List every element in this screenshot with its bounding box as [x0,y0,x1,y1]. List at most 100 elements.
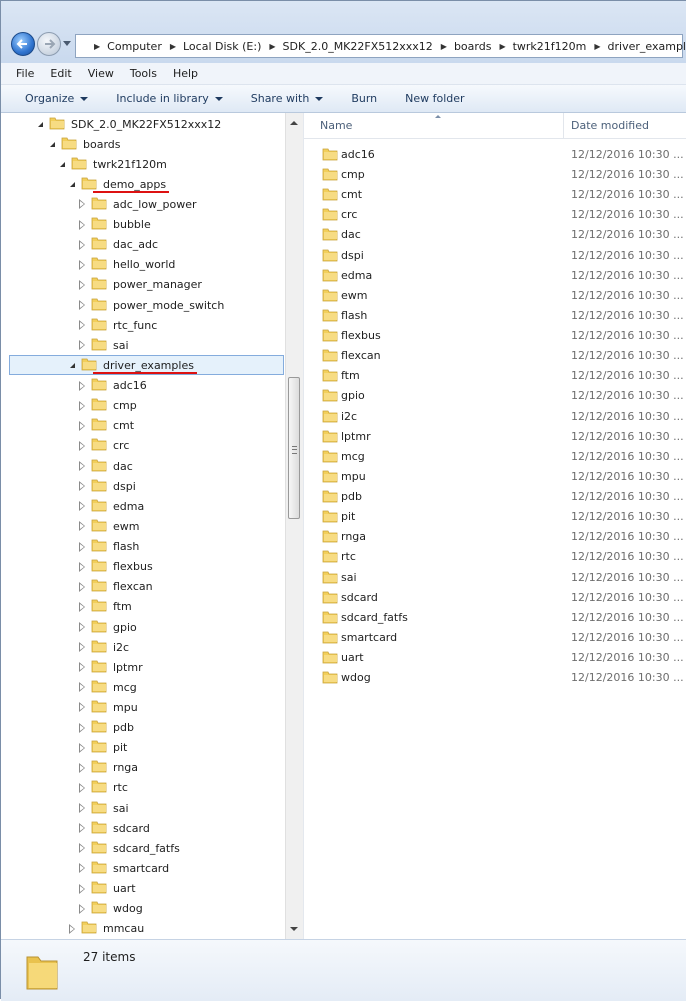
file-row[interactable]: mcg 12/12/2016 10:30 ... [304,446,686,466]
file-row[interactable]: adc16 12/12/2016 10:30 ... [304,144,686,164]
tree-item[interactable]: pdb [77,718,134,738]
tree-item[interactable]: ewm [77,516,139,536]
tree-item[interactable]: flexbus [77,557,153,577]
tree-item[interactable]: edma [77,496,144,516]
expanded-arrow-icon[interactable] [67,179,77,189]
expanded-arrow-icon[interactable] [67,360,77,370]
expanded-arrow-icon[interactable] [35,119,45,129]
tree-item[interactable]: driver_examples [67,355,197,375]
tree-item[interactable]: mmcau [67,919,144,939]
collapsed-arrow-icon[interactable] [77,782,87,793]
scroll-up-arrow-icon[interactable] [290,121,298,125]
file-row[interactable]: ftm 12/12/2016 10:30 ... [304,365,686,385]
tree-item[interactable]: uart [77,879,136,899]
collapsed-arrow-icon[interactable] [77,883,87,894]
column-header-date-modified[interactable]: Date modified [571,119,649,132]
include-in-library-button[interactable]: Include in library [116,92,223,105]
file-row[interactable]: flexcan 12/12/2016 10:30 ... [304,345,686,365]
file-row[interactable]: rnga 12/12/2016 10:30 ... [304,526,686,546]
tree-item[interactable]: power_manager [77,275,202,295]
file-row[interactable]: wdog 12/12/2016 10:30 ... [304,667,686,687]
file-row[interactable]: uart 12/12/2016 10:30 ... [304,647,686,667]
scrollbar-thumb[interactable] [288,377,300,519]
breadcrumb-separator-icon[interactable]: ▶ [94,42,100,51]
tree-item[interactable]: gpio [77,617,137,637]
tree-item[interactable]: bubble [77,215,151,235]
collapsed-arrow-icon[interactable] [77,823,87,834]
collapsed-arrow-icon[interactable] [77,380,87,391]
back-button[interactable] [11,32,35,56]
collapsed-arrow-icon[interactable] [77,903,87,914]
address-bar[interactable]: ▶ Computer ▶ Local Disk (E:) ▶ SDK_2.0_MK22FX… [75,34,686,58]
breadcrumb-item[interactable]: Local Disk (E:) [183,40,261,53]
breadcrumb-item[interactable]: boards [454,40,492,53]
tree-item[interactable]: flash [77,537,139,557]
collapsed-arrow-icon[interactable] [77,440,87,451]
column-header-name[interactable]: Name [320,119,352,132]
tree-item[interactable]: wdog [77,899,143,919]
tree-item[interactable]: dac_adc [77,235,158,255]
tree-item[interactable]: pit [77,738,127,758]
tree-item[interactable]: hello_world [77,255,175,275]
collapsed-arrow-icon[interactable] [77,762,87,773]
tree-item[interactable]: sdcard_fatfs [77,838,180,858]
column-divider[interactable] [563,113,564,138]
tree-item[interactable]: flexcan [77,577,153,597]
collapsed-arrow-icon[interactable] [77,581,87,592]
file-row[interactable]: dspi 12/12/2016 10:30 ... [304,245,686,265]
scroll-down-arrow-icon[interactable] [290,927,298,931]
tree-item[interactable]: twrk21f120m [57,154,167,174]
tree-item[interactable]: boards [47,134,121,154]
tree-item[interactable]: ftm [77,597,132,617]
breadcrumb-item[interactable]: Computer [107,40,162,53]
collapsed-arrow-icon[interactable] [77,259,87,270]
collapsed-arrow-icon[interactable] [77,461,87,472]
collapsed-arrow-icon[interactable] [77,561,87,572]
collapsed-arrow-icon[interactable] [77,702,87,713]
tree-item[interactable]: crc [77,436,129,456]
collapsed-arrow-icon[interactable] [77,501,87,512]
collapsed-arrow-icon[interactable] [77,541,87,552]
tree-item[interactable]: mcg [77,677,137,697]
tree-item[interactable]: i2c [77,637,129,657]
tree-item[interactable]: mpu [77,697,138,717]
new-folder-button[interactable]: New folder [405,92,464,105]
collapsed-arrow-icon[interactable] [77,682,87,693]
file-row[interactable]: mpu 12/12/2016 10:30 ... [304,466,686,486]
file-row[interactable]: flexbus 12/12/2016 10:30 ... [304,325,686,345]
tree-item[interactable]: lptmr [77,657,143,677]
breadcrumb-separator-icon[interactable]: ▶ [499,42,505,51]
menu-edit[interactable]: Edit [42,67,79,80]
tree-item[interactable]: rnga [77,758,138,778]
breadcrumb-separator-icon[interactable]: ▶ [594,42,600,51]
collapsed-arrow-icon[interactable] [77,320,87,331]
file-row[interactable]: i2c 12/12/2016 10:30 ... [304,406,686,426]
breadcrumb-item[interactable]: driver_examples [608,40,686,53]
file-row[interactable]: dac 12/12/2016 10:30 ... [304,224,686,244]
file-row[interactable]: edma 12/12/2016 10:30 ... [304,265,686,285]
breadcrumb-separator-icon[interactable]: ▶ [269,42,275,51]
forward-button[interactable] [37,32,61,56]
expanded-arrow-icon[interactable] [47,139,57,149]
breadcrumb-item[interactable]: SDK_2.0_MK22FX512xxx12 [283,40,433,53]
collapsed-arrow-icon[interactable] [77,400,87,411]
collapsed-arrow-icon[interactable] [77,239,87,250]
breadcrumb-separator-icon[interactable]: ▶ [441,42,447,51]
file-row[interactable]: lptmr 12/12/2016 10:30 ... [304,426,686,446]
tree-item[interactable]: sai [77,798,129,818]
file-row[interactable]: smartcard 12/12/2016 10:30 ... [304,627,686,647]
file-row[interactable]: cmp 12/12/2016 10:30 ... [304,164,686,184]
tree-item[interactable]: adc_low_power [77,194,197,214]
collapsed-arrow-icon[interactable] [77,420,87,431]
collapsed-arrow-icon[interactable] [77,843,87,854]
file-row[interactable]: pit 12/12/2016 10:30 ... [304,506,686,526]
navigation-scrollbar[interactable] [285,113,303,939]
menu-help[interactable]: Help [165,67,206,80]
tree-item[interactable]: demo_apps [67,174,170,194]
collapsed-arrow-icon[interactable] [77,199,87,210]
collapsed-arrow-icon[interactable] [67,923,77,934]
collapsed-arrow-icon[interactable] [77,742,87,753]
file-row[interactable]: sdcard_fatfs 12/12/2016 10:30 ... [304,607,686,627]
file-row[interactable]: pdb 12/12/2016 10:30 ... [304,486,686,506]
collapsed-arrow-icon[interactable] [77,722,87,733]
